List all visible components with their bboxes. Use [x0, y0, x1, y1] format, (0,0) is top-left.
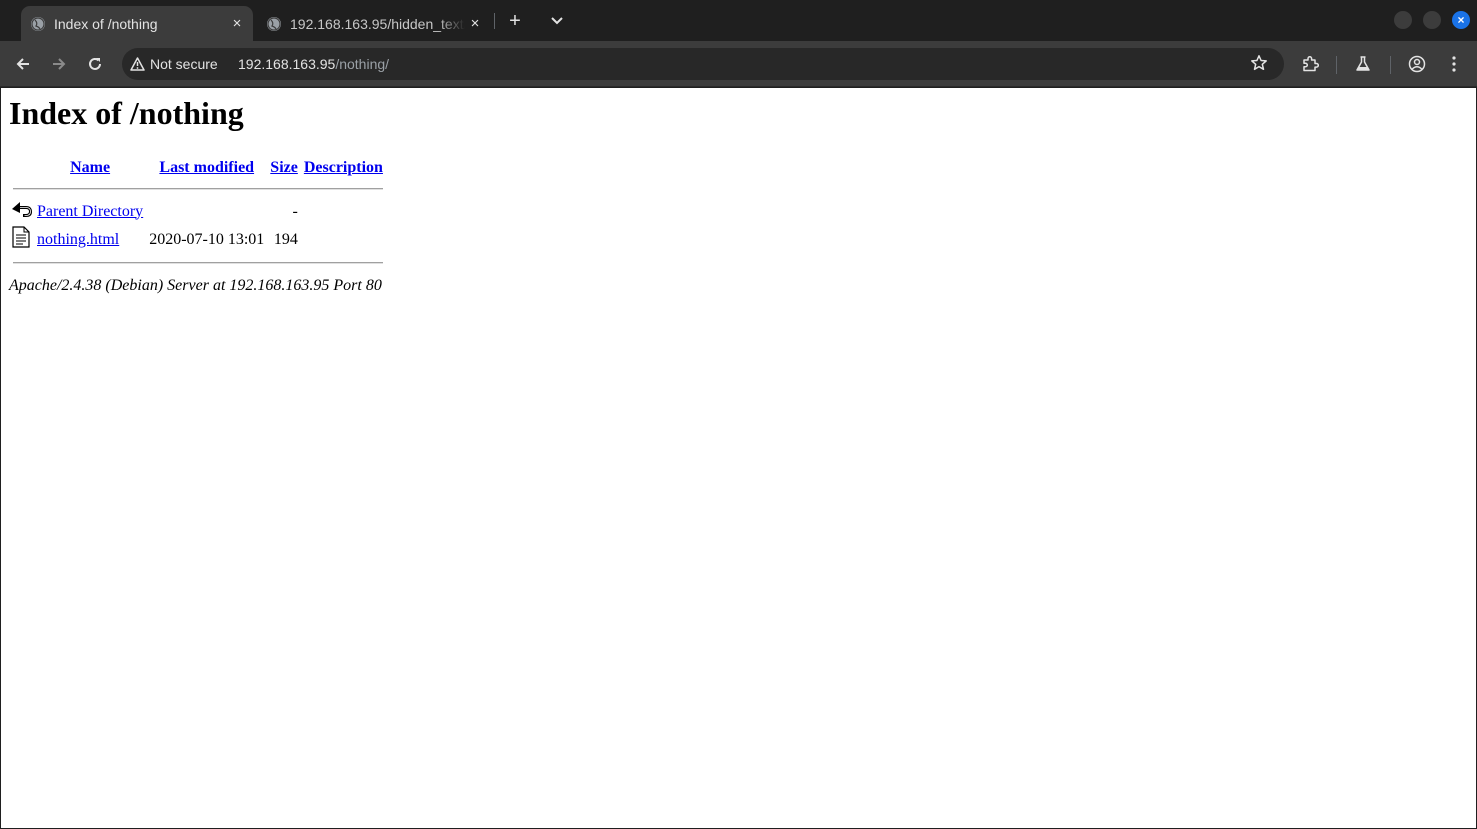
not-secure-label: Not secure [150, 56, 218, 72]
tab-title: Index of /nothing [54, 15, 158, 32]
url-path: /nothing/ [335, 56, 390, 72]
url-text[interactable]: 192.168.163.95/nothing/ [238, 56, 389, 72]
toolbar-separator [1390, 56, 1391, 74]
reload-icon[interactable] [83, 52, 107, 76]
horizontal-rule [13, 262, 383, 264]
back-arrow-icon [11, 199, 33, 224]
close-tab-icon[interactable]: × [465, 14, 485, 34]
table-row: Parent Directory - [11, 199, 385, 224]
extensions-puzzle-icon[interactable] [1298, 52, 1322, 76]
last-modified-column-header: Last modified [147, 157, 266, 179]
browser-toolbar: Not secure 192.168.163.95/nothing/ [0, 41, 1477, 87]
profile-avatar-icon[interactable] [1405, 52, 1429, 76]
tab-strip: Index of /nothing × 192.168.163.95/hidde… [0, 0, 1477, 41]
horizontal-rule [13, 188, 383, 190]
last-modified-cell: 2020-07-10 13:01 [149, 230, 265, 248]
server-signature: Apache/2.4.38 (Debian) Server at 192.168… [9, 277, 382, 294]
bookmark-star-icon[interactable] [1250, 54, 1270, 74]
table-header-row: Name Last modified Size Description [11, 157, 385, 179]
name-column-header: Name [35, 157, 145, 179]
sort-by-size-link[interactable]: Size [270, 159, 298, 176]
size-cell: - [292, 202, 298, 220]
sort-by-description-link[interactable]: Description [304, 159, 383, 176]
description-column-header: Description [302, 157, 385, 179]
description-cell [302, 226, 385, 253]
separator-row [11, 181, 385, 197]
description-cell [302, 199, 385, 224]
security-chip[interactable]: Not secure [130, 52, 218, 76]
url-host: 192.168.163.95 [238, 56, 336, 72]
globe-icon [31, 16, 45, 31]
sort-by-name-link[interactable]: Name [70, 159, 110, 176]
parent-directory-link[interactable]: Parent Directory [37, 203, 143, 220]
address-bar[interactable]: Not secure 192.168.163.95/nothing/ [122, 48, 1284, 80]
size-column-header: Size [268, 157, 300, 179]
menu-kebab-icon[interactable] [1442, 52, 1466, 76]
tab-index-of-nothing[interactable]: Index of /nothing × [21, 6, 253, 41]
sort-by-last-modified-link[interactable]: Last modified [159, 159, 254, 176]
maximize-window-button[interactable] [1423, 11, 1441, 29]
tab-separator [494, 13, 495, 29]
size-cell: 194 [273, 230, 298, 248]
table-row: nothing.html 2020-07-10 13:01 194 [11, 226, 385, 253]
minimize-window-button[interactable] [1394, 11, 1412, 29]
tab-title: 192.168.163.95/hidden_text/ [290, 15, 465, 32]
icon-column-header [11, 157, 33, 179]
nothing-html-link[interactable]: nothing.html [37, 231, 119, 248]
file-name-cell: nothing.html [35, 226, 145, 253]
text-file-icon [11, 226, 33, 253]
tab-search-chevron-icon[interactable] [545, 9, 569, 33]
separator-row [11, 255, 385, 271]
tab-hidden-text[interactable]: 192.168.163.95/hidden_text/ × [257, 6, 491, 41]
labs-flask-icon[interactable] [1351, 52, 1375, 76]
toolbar-separator [1336, 56, 1337, 74]
close-window-button[interactable]: × [1452, 11, 1470, 29]
new-tab-button[interactable]: + [503, 9, 527, 33]
close-tab-icon[interactable]: × [227, 14, 247, 34]
directory-listing-table: Name Last modified Size Description Pare… [9, 155, 387, 273]
back-arrow-icon[interactable] [11, 52, 35, 76]
last-modified-cell [147, 199, 266, 224]
warning-triangle-icon [130, 57, 145, 71]
page-title: Index of /nothing [9, 95, 244, 131]
forward-arrow-icon[interactable] [47, 52, 71, 76]
file-name-cell: Parent Directory [35, 199, 145, 224]
page-viewport: Index of /nothing Name Last modified Siz… [1, 88, 1476, 828]
globe-icon [267, 16, 281, 31]
